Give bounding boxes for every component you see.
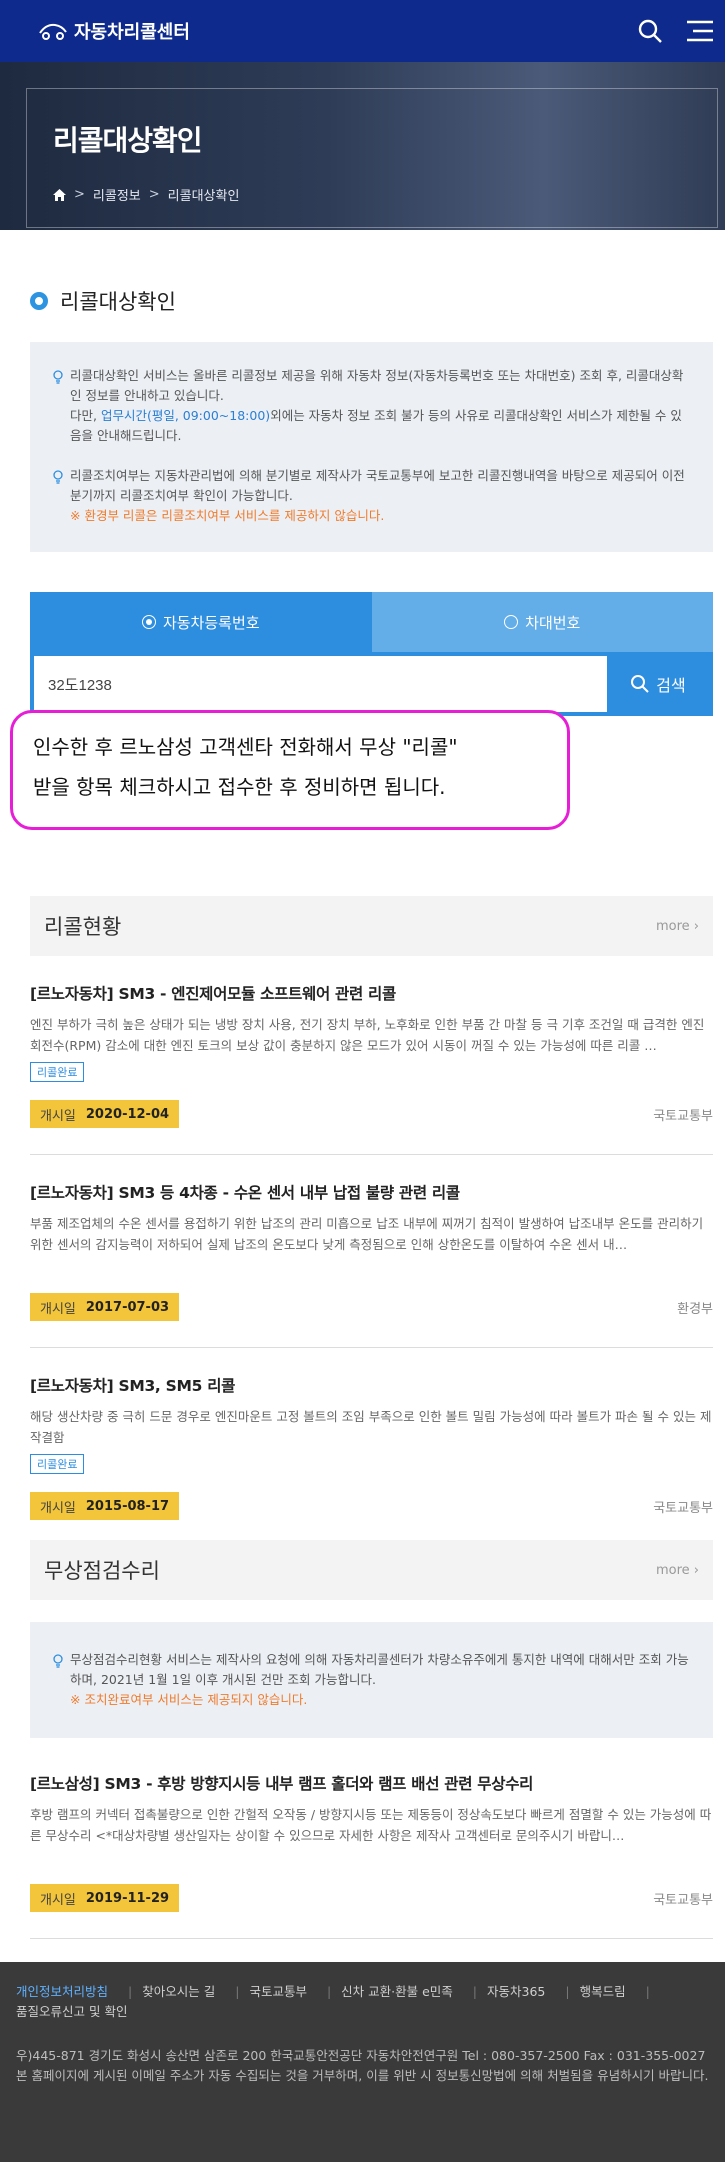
menu-icon[interactable] [685, 19, 715, 43]
list-item[interactable]: [르노자동차] SM3, SM5 리콜 해당 생산차량 중 극히 드문 경우로 … [30, 1348, 713, 1540]
item-description: 엔진 부하가 극히 높은 상태가 되는 냉방 장치 사용, 전기 장치 부하, … [30, 1017, 705, 1053]
item-title[interactable]: [르노자동차] SM3 - 엔진제어모듈 소프트웨어 관련 리콜 [30, 982, 713, 1004]
organization: 국토교통부 [653, 1892, 713, 1908]
search-button-label: 검색 [656, 676, 686, 695]
bullet-icon [30, 292, 48, 310]
logo[interactable]: 자동차리콜센터 [38, 18, 190, 44]
page-title: 리콜대상확인 [53, 124, 203, 157]
date-label: 개시일 [40, 1301, 76, 1317]
date-value: 2015-08-17 [85, 1498, 170, 1514]
footer-address: 우)445-871 경기도 화성시 송산면 삼존로 200 한국교통안전공단 자… [16, 2048, 706, 2063]
breadcrumb: > 리콜정보 > 리콜대상확인 [53, 185, 691, 204]
warning-text: ※ 환경부 리콜은 리콜조치여부 서비스를 제공하지 않습니다. [70, 508, 385, 523]
more-label: more [655, 1562, 690, 1578]
breadcrumb-item[interactable]: 리콜대상확인 [168, 185, 240, 204]
logo-text: 자동차리콜센터 [74, 22, 190, 43]
more-label: more [655, 918, 690, 934]
info-text: 다만, [70, 408, 101, 423]
date-label: 개시일 [40, 1108, 76, 1124]
footer: 개인정보처리방침 | 찾아오시는 길 | 국토교통부 | 신차 교환·환불 e민족 | … [0, 1962, 725, 2162]
list-item[interactable]: [르노삼성] SM3 - 후방 방향지시등 내부 램프 홀더와 램프 배선 관련… [30, 1738, 713, 1939]
search-button[interactable]: 검색 [607, 656, 709, 712]
list-item[interactable]: [르노자동차] SM3 - 엔진제어모듈 소프트웨어 관련 리콜 엔진 부하가 … [30, 956, 713, 1155]
warning-text: ※ 조치완료여부 서비스는 제공되지 않습니다. [70, 1692, 308, 1707]
business-hours: 업무시간(평일, 09:00~18:00) [100, 408, 271, 423]
annotation-line: 인수한 후 르노삼성 고객센타 전화해서 무상 "리콜" [33, 735, 458, 759]
item-title[interactable]: [르노자동차] SM3, SM5 리콜 [30, 1374, 713, 1396]
info-text: 리콜조치여부는 지동차관리법에 의해 분기별로 제작사가 국토교통부에 보고한 … [70, 468, 685, 503]
footer-link-quality[interactable]: 품질오류신고 및 확인 [16, 2002, 127, 2022]
home-icon[interactable] [53, 188, 66, 201]
info-box: 무상점검수리현황 서비스는 제작사의 요청에 의해 자동차리콜센터가 차량소유주… [30, 1622, 713, 1738]
search-bar: 검색 [30, 652, 713, 716]
start-date: 개시일 2020-12-04 [30, 1100, 180, 1128]
breadcrumb-item[interactable]: 리콜정보 [93, 185, 141, 204]
lightbulb-icon [53, 1654, 63, 1668]
date-label: 개시일 [40, 1892, 76, 1908]
free-inspection-title: 무상점검수리 [44, 1559, 160, 1583]
info-box: 리콜대상확인 서비스는 올바른 리콜정보 제공을 위해 자동차 정보(자동차등록… [30, 342, 713, 552]
item-description: 해당 생산차량 중 극히 드문 경우로 엔진마운트 고정 볼트의 조임 부족으로… [30, 1409, 712, 1445]
free-inspection-header: 무상점검수리 more › [30, 1540, 713, 1600]
footer-link-directions[interactable]: 찾아오시는 길 [142, 1982, 215, 2002]
tab-vin[interactable]: 차대번호 [371, 592, 713, 652]
recall-status-header: 리콜현황 more › [30, 896, 713, 956]
annotation-note: 인수한 후 르노삼성 고객센타 전화해서 무상 "리콜" 받을 항목 체크하시고… [10, 710, 570, 830]
recall-status-title: 리콜현황 [44, 915, 122, 939]
more-link[interactable]: more › [656, 919, 699, 934]
footer-link-car365[interactable]: 자동차365 [487, 1982, 545, 2002]
tab-label: 자동차등록번호 [162, 613, 260, 632]
date-value: 2020-12-04 [85, 1106, 170, 1122]
search-type-tabs: 자동차등록번호 차대번호 [30, 592, 713, 652]
section-title: 리콜대상확인 [30, 286, 725, 316]
search-icon [631, 675, 649, 693]
organization: 환경부 [677, 1301, 713, 1317]
organization: 국토교통부 [653, 1108, 713, 1124]
item-title[interactable]: [르노삼성] SM3 - 후방 방향지시등 내부 램프 홀더와 램프 배선 관련… [30, 1772, 713, 1794]
footer-link-molit[interactable]: 국토교통부 [249, 1982, 307, 2002]
top-bar: 자동차리콜센터 [0, 0, 725, 62]
footer-notice: 본 홈페이지에 게시된 이메일 주소가 자동 수집되는 것을 거부하며, 이를 … [16, 2068, 709, 2083]
radio-icon [504, 615, 519, 629]
lightbulb-icon [53, 370, 63, 384]
item-title[interactable]: [르노자동차] SM3 등 4차종 - 수온 센서 내부 납접 불량 관련 리콜 [30, 1181, 713, 1203]
section-title-text: 리콜대상확인 [60, 290, 176, 314]
status-badge: 리콜완료 [30, 1062, 85, 1082]
tab-registration-number[interactable]: 자동차등록번호 [30, 592, 372, 652]
start-date: 개시일 2015-08-17 [30, 1492, 180, 1520]
info-text: 무상점검수리현황 서비스는 제작사의 요청에 의해 자동차리콜센터가 차량소유주… [70, 1652, 689, 1687]
annotation-line: 받을 항목 체크하시고 접수한 후 정비하면 됩니다. [33, 775, 446, 799]
item-description: 후방 램프의 커넥터 접촉불량으로 인한 간헐적 오작동 / 방향지시등 또는 … [30, 1807, 712, 1843]
footer-link-happy[interactable]: 행복드림 [580, 1982, 626, 2002]
start-date: 개시일 2019-11-29 [30, 1884, 180, 1912]
date-label: 개시일 [40, 1500, 76, 1516]
more-link[interactable]: more › [656, 1563, 699, 1578]
search-icon[interactable] [637, 18, 663, 44]
footer-link-privacy[interactable]: 개인정보처리방침 [16, 1982, 108, 2002]
organization: 국토교통부 [653, 1500, 713, 1516]
vehicle-number-input[interactable] [34, 656, 607, 712]
status-badge: 리콜완료 [30, 1454, 85, 1474]
start-date: 개시일 2017-07-03 [30, 1293, 180, 1321]
hero-banner: 리콜대상확인 > 리콜정보 > 리콜대상확인 [0, 62, 725, 230]
date-value: 2019-11-29 [85, 1890, 170, 1906]
footer-link-refund[interactable]: 신차 교환·환불 e민족 [341, 1982, 453, 2002]
date-value: 2017-07-03 [85, 1299, 170, 1315]
tab-label: 차대번호 [525, 613, 581, 632]
car-logo-icon [39, 23, 67, 40]
lightbulb-icon [53, 470, 63, 484]
radio-checked-icon [141, 615, 156, 629]
info-text: 리콜대상확인 서비스는 올바른 리콜정보 제공을 위해 자동차 정보(자동차등록… [70, 368, 684, 403]
list-item[interactable]: [르노자동차] SM3 등 4차종 - 수온 센서 내부 납접 불량 관련 리콜… [30, 1155, 713, 1348]
item-description: 부품 제조업체의 수온 센서를 용접하기 위한 납조의 관리 미흡으로 납조 내… [30, 1216, 704, 1252]
